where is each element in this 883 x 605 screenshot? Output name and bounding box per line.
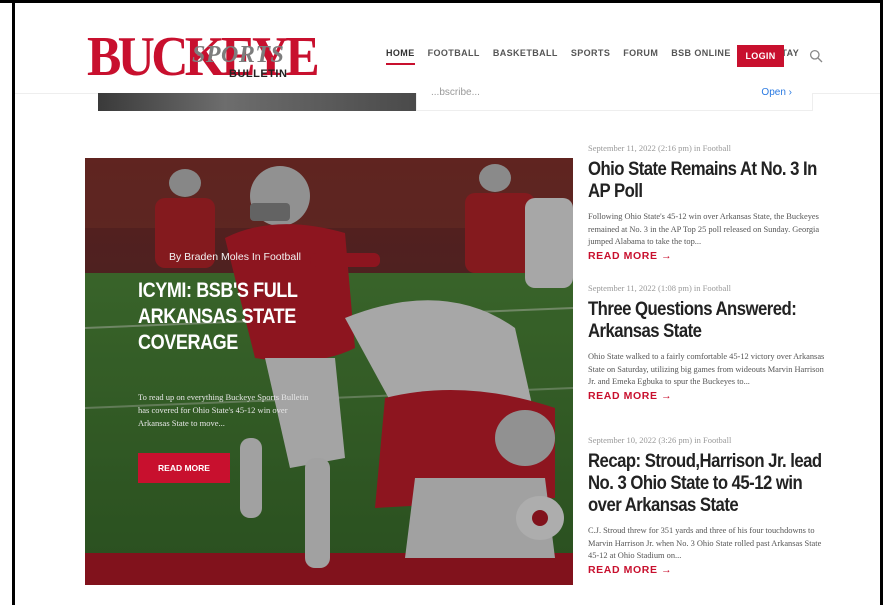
nav-football[interactable]: FOOTBALL xyxy=(428,48,480,58)
site-logo[interactable]: BUCKEYE SPORTS BULLETIN xyxy=(87,28,320,86)
article-headline[interactable]: Three Questions Answered: Arkansas State xyxy=(588,299,827,343)
article-read-more-link[interactable]: READ MORE → xyxy=(588,564,826,576)
previous-section-strip: ...bscribe... Open › xyxy=(98,87,813,111)
strip-open-link[interactable]: Open › xyxy=(761,87,792,98)
nav-home[interactable]: HOME xyxy=(386,48,415,65)
nav-bsb-online[interactable]: BSB ONLINE xyxy=(671,48,731,58)
featured-post-overlay xyxy=(85,158,573,585)
article-excerpt: Ohio State walked to a fairly comfortabl… xyxy=(588,352,825,386)
article-meta: September 11, 2022 (2:16 pm) in Football xyxy=(588,143,731,153)
nav-basketball[interactable]: BASKETBALL xyxy=(493,48,558,58)
login-button[interactable]: LOGIN xyxy=(737,45,784,67)
article-meta: September 11, 2022 (1:08 pm) in Football xyxy=(588,283,731,293)
article-headline[interactable]: Recap: Stroud,Harrison Jr. lead No. 3 Oh… xyxy=(588,451,827,517)
article-card: September 10, 2022 (3:26 pm) in Football… xyxy=(588,435,826,576)
strip-card: ...bscribe... Open › xyxy=(416,87,813,111)
featured-post-byline: By Braden Moles In Football xyxy=(169,251,301,263)
search-icon[interactable] xyxy=(809,49,823,63)
strip-text: ...bscribe... xyxy=(431,87,480,98)
article-excerpt: Following Ohio State's 45-12 win over Ar… xyxy=(588,212,820,246)
article-read-more-link[interactable]: READ MORE → xyxy=(588,250,826,262)
article-meta: September 10, 2022 (3:26 pm) in Football xyxy=(588,435,732,445)
article-excerpt: C.J. Stroud threw for 351 yards and thre… xyxy=(588,526,822,560)
featured-post[interactable]: By Braden Moles In Football ICYMI: BSB'S… xyxy=(85,158,573,585)
featured-read-more-button[interactable]: READ MORE xyxy=(138,453,230,483)
logo-subtitle: BULLETIN xyxy=(229,68,288,80)
article-headline[interactable]: Ohio State Remains At No. 3 In AP Poll xyxy=(588,159,827,203)
featured-post-excerpt: To read up on everything Buckeye Sports … xyxy=(138,392,309,428)
nav-sports[interactable]: SPORTS xyxy=(571,48,610,58)
article-card: September 11, 2022 (1:08 pm) in Football… xyxy=(588,283,826,402)
article-card: September 11, 2022 (2:16 pm) in Football… xyxy=(588,143,826,262)
logo-script: SPORTS xyxy=(192,42,285,68)
article-read-more-link[interactable]: READ MORE → xyxy=(588,390,826,402)
nav-forum[interactable]: FORUM xyxy=(623,48,658,58)
strip-image xyxy=(98,93,416,111)
site-header: BUCKEYE SPORTS BULLETIN HOME FOOTBALL BA… xyxy=(15,3,880,94)
featured-post-title[interactable]: ICYMI: BSB'S FULL ARKANSAS STATE COVERAG… xyxy=(138,278,327,356)
